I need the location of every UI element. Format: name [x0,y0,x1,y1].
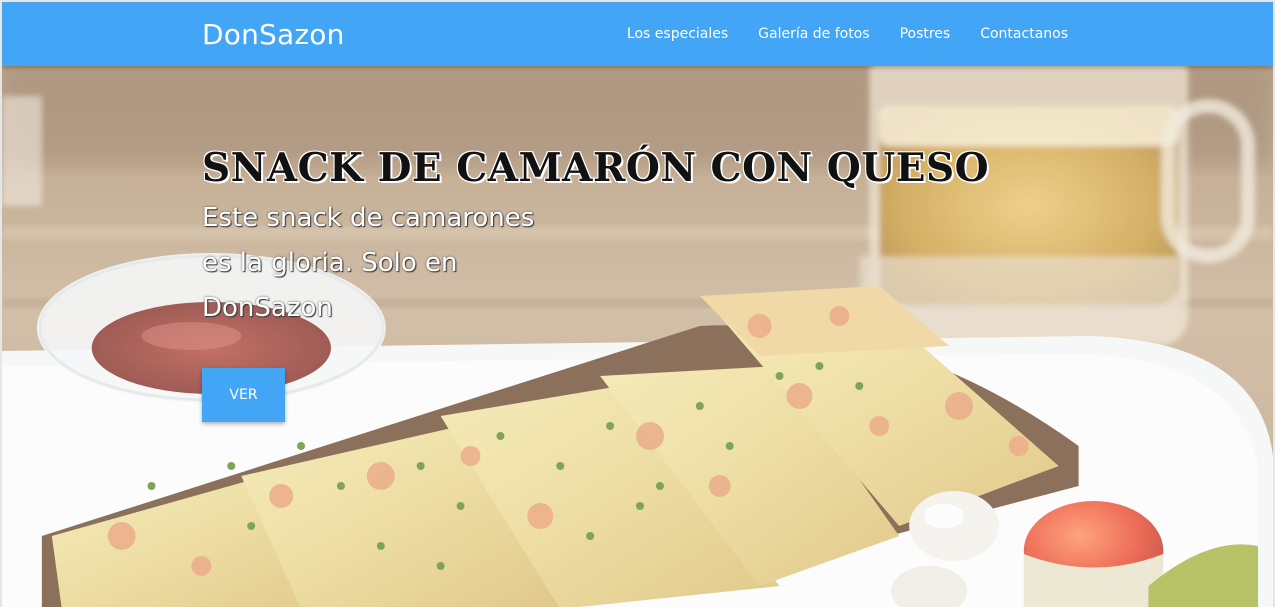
nav-links: Los especiales Galería de fotos Postres … [597,2,1068,66]
page: DonSazon Los especiales Galería de fotos… [0,0,1275,607]
hero-section: SNACK DE CAMARÓN CON QUESO Este snack de… [2,66,1273,607]
brand-logo[interactable]: DonSazon [202,18,345,51]
nav-link-galeria[interactable]: Galería de fotos [758,26,869,42]
ver-button[interactable]: VER [202,368,285,422]
hero-description: Este snack de camarones es la gloria. So… [202,203,535,323]
hero-content: SNACK DE CAMARÓN CON QUESO Este snack de… [202,146,1002,331]
nav-link-postres[interactable]: Postres [900,26,951,42]
nav-link-especiales[interactable]: Los especiales [627,26,728,42]
navbar: DonSazon Los especiales Galería de fotos… [2,2,1273,66]
hero-title: SNACK DE CAMARÓN CON QUESO [202,145,990,191]
nav-link-contactanos[interactable]: Contactanos [980,26,1068,42]
